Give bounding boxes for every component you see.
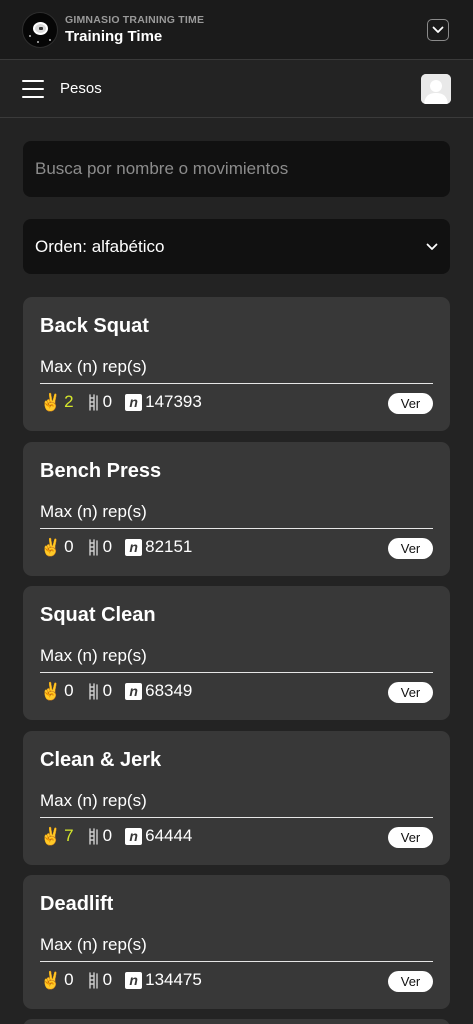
search-box	[23, 141, 450, 197]
gym-switch-button[interactable]	[427, 19, 449, 41]
ruler-stat: 0	[87, 537, 112, 557]
ruler-count: 0	[102, 681, 113, 700]
ruler-count: 0	[102, 826, 113, 845]
stats-row: ✌ 7 0 n 64444	[40, 825, 192, 847]
sort-select[interactable]: Orden: alfabético	[23, 219, 450, 274]
n-count: 82151	[145, 537, 193, 556]
ruler-count: 0	[102, 392, 113, 411]
user-avatar-icon	[421, 74, 451, 104]
victory-hand-icon: ✌	[40, 537, 62, 557]
rep-label: Max (n) rep(s)	[40, 791, 147, 810]
n-badge-icon: n	[125, 971, 143, 989]
n-count: 134475	[145, 970, 202, 989]
n-count: 68349	[145, 681, 193, 700]
hamburger-icon[interactable]	[22, 79, 44, 98]
n-badge-icon: n	[125, 682, 143, 700]
peace-count: 0	[64, 681, 74, 700]
peace-stat: ✌ 0	[40, 970, 74, 990]
search-input[interactable]	[35, 159, 438, 179]
peace-stat: ✌ 7	[40, 826, 74, 846]
peace-count: 0	[64, 537, 74, 556]
peace-count: 2	[64, 392, 74, 411]
peace-count: 0	[64, 970, 74, 989]
n-badge-icon: n	[125, 393, 143, 411]
peace-stat: ✌ 2	[40, 392, 74, 412]
sort-label: Orden: alfabético	[35, 236, 165, 256]
n-count: 64444	[145, 826, 193, 845]
n-stat: n 82151	[125, 537, 192, 557]
nav-bar: Pesos	[0, 60, 473, 118]
stats-row: ✌ 0 0 n 134475	[40, 969, 202, 991]
gym-name: GIMNASIO TRAINING TIME	[65, 13, 205, 26]
exercise-name: Squat Clean	[40, 604, 156, 626]
weight-card: Clean & Jerk Max (n) rep(s) ✌ 7 0 n 64444 Ver	[23, 731, 450, 865]
rep-label: Max (n) rep(s)	[40, 935, 147, 954]
ruler-count: 0	[102, 537, 113, 556]
ver-button[interactable]: Ver	[388, 682, 433, 703]
app-title: Training Time	[65, 27, 163, 45]
victory-hand-icon: ✌	[40, 681, 62, 701]
ver-button[interactable]: Ver	[388, 393, 433, 414]
chevron-down-icon	[432, 26, 444, 33]
ver-button[interactable]: Ver	[388, 827, 433, 848]
gym-logo	[22, 11, 58, 48]
peace-stat: ✌ 0	[40, 537, 74, 557]
peace-count: 7	[64, 826, 74, 845]
weight-card: Back Squat Max (n) rep(s) ✌ 2 0 n 147393 Ver	[23, 297, 450, 431]
ruler-stat: 0	[87, 826, 112, 846]
divider	[40, 817, 433, 818]
n-badge-icon: n	[125, 827, 143, 845]
ruler-icon	[87, 393, 100, 411]
ruler-icon	[87, 971, 100, 989]
ruler-icon	[87, 827, 100, 845]
weight-card	[23, 1019, 450, 1024]
stats-row: ✌ 0 0 n 82151	[40, 536, 192, 558]
rep-label: Max (n) rep(s)	[40, 357, 147, 376]
ruler-stat: 0	[87, 970, 112, 990]
exercise-name: Back Squat	[40, 315, 149, 337]
weight-card: Squat Clean Max (n) rep(s) ✌ 0 0 n 68349 Ver	[23, 586, 450, 720]
divider	[40, 961, 433, 962]
ruler-icon	[87, 682, 100, 700]
weight-card: Deadlift Max (n) rep(s) ✌ 0 0 n 134475 Ver	[23, 875, 450, 1009]
avatar[interactable]	[421, 74, 451, 104]
stats-row: ✌ 0 0 n 68349	[40, 680, 192, 702]
victory-hand-icon: ✌	[40, 826, 62, 846]
divider	[40, 528, 433, 529]
ruler-count: 0	[102, 970, 113, 989]
n-count: 147393	[145, 392, 202, 411]
rep-label: Max (n) rep(s)	[40, 502, 147, 521]
n-stat: n 134475	[125, 970, 202, 990]
weight-card: Bench Press Max (n) rep(s) ✌ 0 0 n 82151 Ver	[23, 442, 450, 576]
brand: GIMNASIO TRAINING TIME Training Time	[65, 14, 204, 46]
exercise-name: Deadlift	[40, 893, 114, 915]
n-stat: n 68349	[125, 681, 192, 701]
n-stat: n 147393	[125, 392, 202, 412]
ruler-icon	[87, 538, 100, 556]
ruler-stat: 0	[87, 681, 112, 701]
app-header: GIMNASIO TRAINING TIME Training Time	[0, 0, 473, 60]
ver-button[interactable]: Ver	[388, 971, 433, 992]
victory-hand-icon: ✌	[40, 970, 62, 990]
ver-button[interactable]: Ver	[388, 538, 433, 559]
n-stat: n 64444	[125, 826, 192, 846]
page-title: Pesos	[60, 80, 102, 97]
stats-row: ✌ 2 0 n 147393	[40, 391, 202, 413]
divider	[40, 383, 433, 384]
n-badge-icon: n	[125, 538, 143, 556]
ruler-stat: 0	[87, 392, 112, 412]
chevron-down-icon	[426, 243, 438, 250]
peace-stat: ✌ 0	[40, 681, 74, 701]
exercise-name: Bench Press	[40, 460, 162, 482]
victory-hand-icon: ✌	[40, 392, 62, 412]
divider	[40, 672, 433, 673]
exercise-name: Clean & Jerk	[40, 749, 162, 771]
rep-label: Max (n) rep(s)	[40, 646, 147, 665]
